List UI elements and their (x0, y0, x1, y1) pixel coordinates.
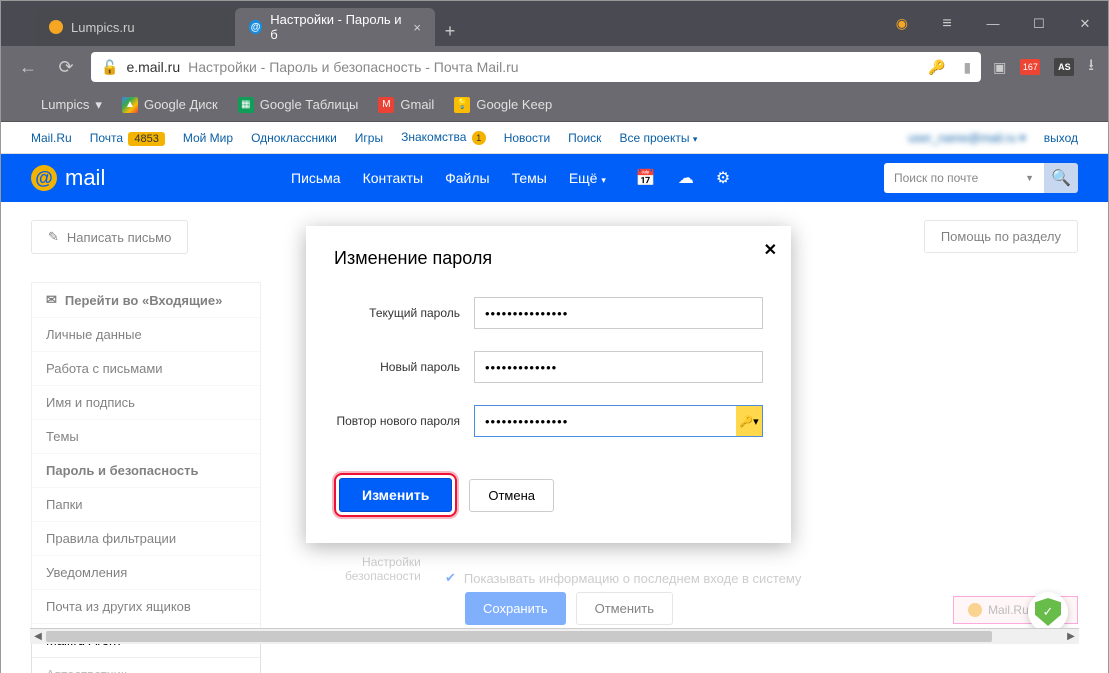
tableau-icon[interactable]: ◉ (896, 1, 908, 46)
search-link[interactable]: Поиск (568, 131, 601, 145)
nav-files[interactable]: Файлы (445, 170, 489, 186)
bookmark-gsheets[interactable]: ▦ Google Таблицы (238, 97, 359, 113)
bookmark-label: Lumpics (41, 97, 89, 112)
mail-logo[interactable]: @ mail (31, 165, 291, 191)
calendar-icon[interactable]: 📅 (636, 168, 656, 188)
scroll-left-icon[interactable]: ◀ (30, 629, 46, 645)
password-manager-icon[interactable]: 🔑▾ (736, 406, 762, 436)
sidebar-label: Автоответчик (46, 667, 126, 673)
news-link[interactable]: Новости (504, 131, 550, 145)
lumpics-favicon (49, 20, 63, 34)
mail-main-nav: @ mail Письма Контакты Файлы Темы Ещё ▾ … (1, 154, 1108, 202)
gsheets-icon: ▦ (238, 97, 254, 113)
extensions-icon[interactable]: ▣ (993, 59, 1006, 76)
mail-search-input[interactable]: Поиск по почте ▼ (884, 163, 1044, 193)
mail-count-badge: 4853 (128, 132, 164, 146)
maximize-button[interactable]: ☐ (1016, 1, 1062, 46)
user-email[interactable]: user_name@mail.ru ▾ (908, 131, 1026, 145)
lock-icon: 🔓 (101, 59, 118, 76)
gkeep-icon: 💡 (454, 97, 470, 113)
modal-cancel-button[interactable]: Отмена (469, 479, 554, 512)
nav-letters[interactable]: Письма (291, 170, 341, 186)
bookmark-label: Google Keep (476, 97, 552, 112)
mail-link[interactable]: Почта (90, 131, 123, 145)
address-bar[interactable]: 🔓 e.mail.ru Настройки - Пароль и безопас… (91, 52, 981, 82)
current-password-input[interactable] (474, 297, 763, 329)
new-tab-button[interactable]: + (435, 16, 465, 46)
mail-top-bar: Mail.Ru Почта 4853 Мой Мир Одноклассники… (1, 122, 1108, 154)
dating-badge: 1 (472, 131, 486, 145)
minimize-button[interactable]: — (970, 1, 1016, 46)
submit-highlight: Изменить (334, 473, 457, 517)
chevron-down-icon: ▼ (1025, 173, 1034, 183)
url-title: Настройки - Пароль и безопасность - Почт… (188, 59, 518, 75)
search-placeholder: Поиск по почте (894, 171, 978, 185)
extension-as-icon[interactable]: AS (1054, 58, 1074, 76)
at-logo-icon: @ (31, 165, 57, 191)
extension-badge-icon[interactable]: 167 (1020, 59, 1040, 75)
repeat-password-input[interactable] (474, 405, 763, 437)
close-window-button[interactable]: ✕ (1062, 1, 1108, 46)
bookmark-label: Google Диск (144, 97, 218, 112)
games-link[interactable]: Игры (355, 131, 383, 145)
new-password-label: Новый пароль (334, 360, 474, 374)
browser-tab-strip: Lumpics.ru @ Настройки - Пароль и б × + … (1, 1, 1108, 46)
sidebar-item-autoreply[interactable]: Автоответчик (32, 658, 260, 673)
new-password-input[interactable] (474, 351, 763, 383)
projects-link[interactable]: Все проекты (619, 131, 689, 145)
back-icon[interactable]: ← (15, 57, 41, 78)
browser-tab-lumpics[interactable]: Lumpics.ru (35, 8, 235, 46)
bookmark-gkeep[interactable]: 💡 Google Keep (454, 97, 552, 113)
bookmark-label: Google Таблицы (260, 97, 359, 112)
nav-more[interactable]: Ещё ▾ (569, 170, 606, 186)
reload-icon[interactable]: ⟳ (53, 57, 79, 78)
chevron-down-icon: ▾ (601, 175, 606, 185)
scroll-right-icon[interactable]: ▶ (1063, 629, 1079, 645)
browser-tab-mail-settings[interactable]: @ Настройки - Пароль и б × (235, 8, 435, 46)
nav-contacts[interactable]: Контакты (363, 170, 423, 186)
odnoklassniki-link[interactable]: Одноклассники (251, 131, 337, 145)
chevron-down-icon: ▾ (95, 97, 102, 113)
change-password-modal: ✕ Изменение пароля Текущий пароль Новый … (306, 226, 791, 543)
url-domain: e.mail.ru (126, 59, 180, 75)
bookmark-label: Gmail (400, 97, 434, 112)
tab-title: Настройки - Пароль и б (270, 12, 405, 42)
mailru-link[interactable]: Mail.Ru (31, 131, 72, 145)
bookmark-gmail[interactable]: M Gmail (378, 97, 434, 113)
gmail-icon: M (378, 97, 394, 113)
cloud-icon[interactable]: ☁ (678, 168, 694, 188)
scroll-thumb[interactable] (46, 631, 992, 642)
bookmark-page-icon[interactable]: ▮ (963, 59, 971, 76)
downloads-icon[interactable]: ⭳ (1088, 54, 1094, 81)
modal-close-icon[interactable]: ✕ (764, 240, 777, 260)
dating-link[interactable]: Знакомства (401, 130, 466, 144)
horizontal-scrollbar[interactable]: ◀ ▶ (30, 628, 1079, 644)
chevron-down-icon: ▾ (693, 134, 698, 144)
nav-themes[interactable]: Темы (512, 170, 547, 186)
bookmark-lumpics[interactable]: Lumpics ▾ (41, 97, 102, 113)
menu-icon[interactable]: ≡ (924, 1, 970, 46)
bookmark-gdrive[interactable]: ▲ Google Диск (122, 97, 218, 113)
tab-close-icon[interactable]: × (413, 20, 421, 35)
key-icon[interactable]: 🔑 (928, 59, 945, 76)
search-button[interactable]: 🔍 (1044, 163, 1078, 193)
gear-icon[interactable]: ⚙ (716, 168, 730, 188)
browser-toolbar: ← ⟳ 🔓 e.mail.ru Настройки - Пароль и без… (1, 46, 1108, 88)
bookmarks-bar: Lumpics ▾ ▲ Google Диск ▦ Google Таблицы… (1, 88, 1108, 122)
current-password-label: Текущий пароль (334, 306, 474, 320)
tab-title: Lumpics.ru (71, 20, 135, 35)
logo-text: mail (65, 165, 105, 191)
modal-title: Изменение пароля (334, 248, 763, 269)
logout-link[interactable]: выход (1044, 131, 1078, 145)
mymir-link[interactable]: Мой Мир (183, 131, 233, 145)
shield-icon: ✓ (1035, 598, 1061, 626)
repeat-password-label: Повтор нового пароля (334, 414, 474, 428)
search-icon: 🔍 (1051, 168, 1071, 188)
gdrive-icon: ▲ (122, 97, 138, 113)
submit-button[interactable]: Изменить (339, 478, 452, 512)
mail-favicon: @ (249, 20, 262, 34)
adguard-badge[interactable]: ✓ (1028, 592, 1068, 632)
